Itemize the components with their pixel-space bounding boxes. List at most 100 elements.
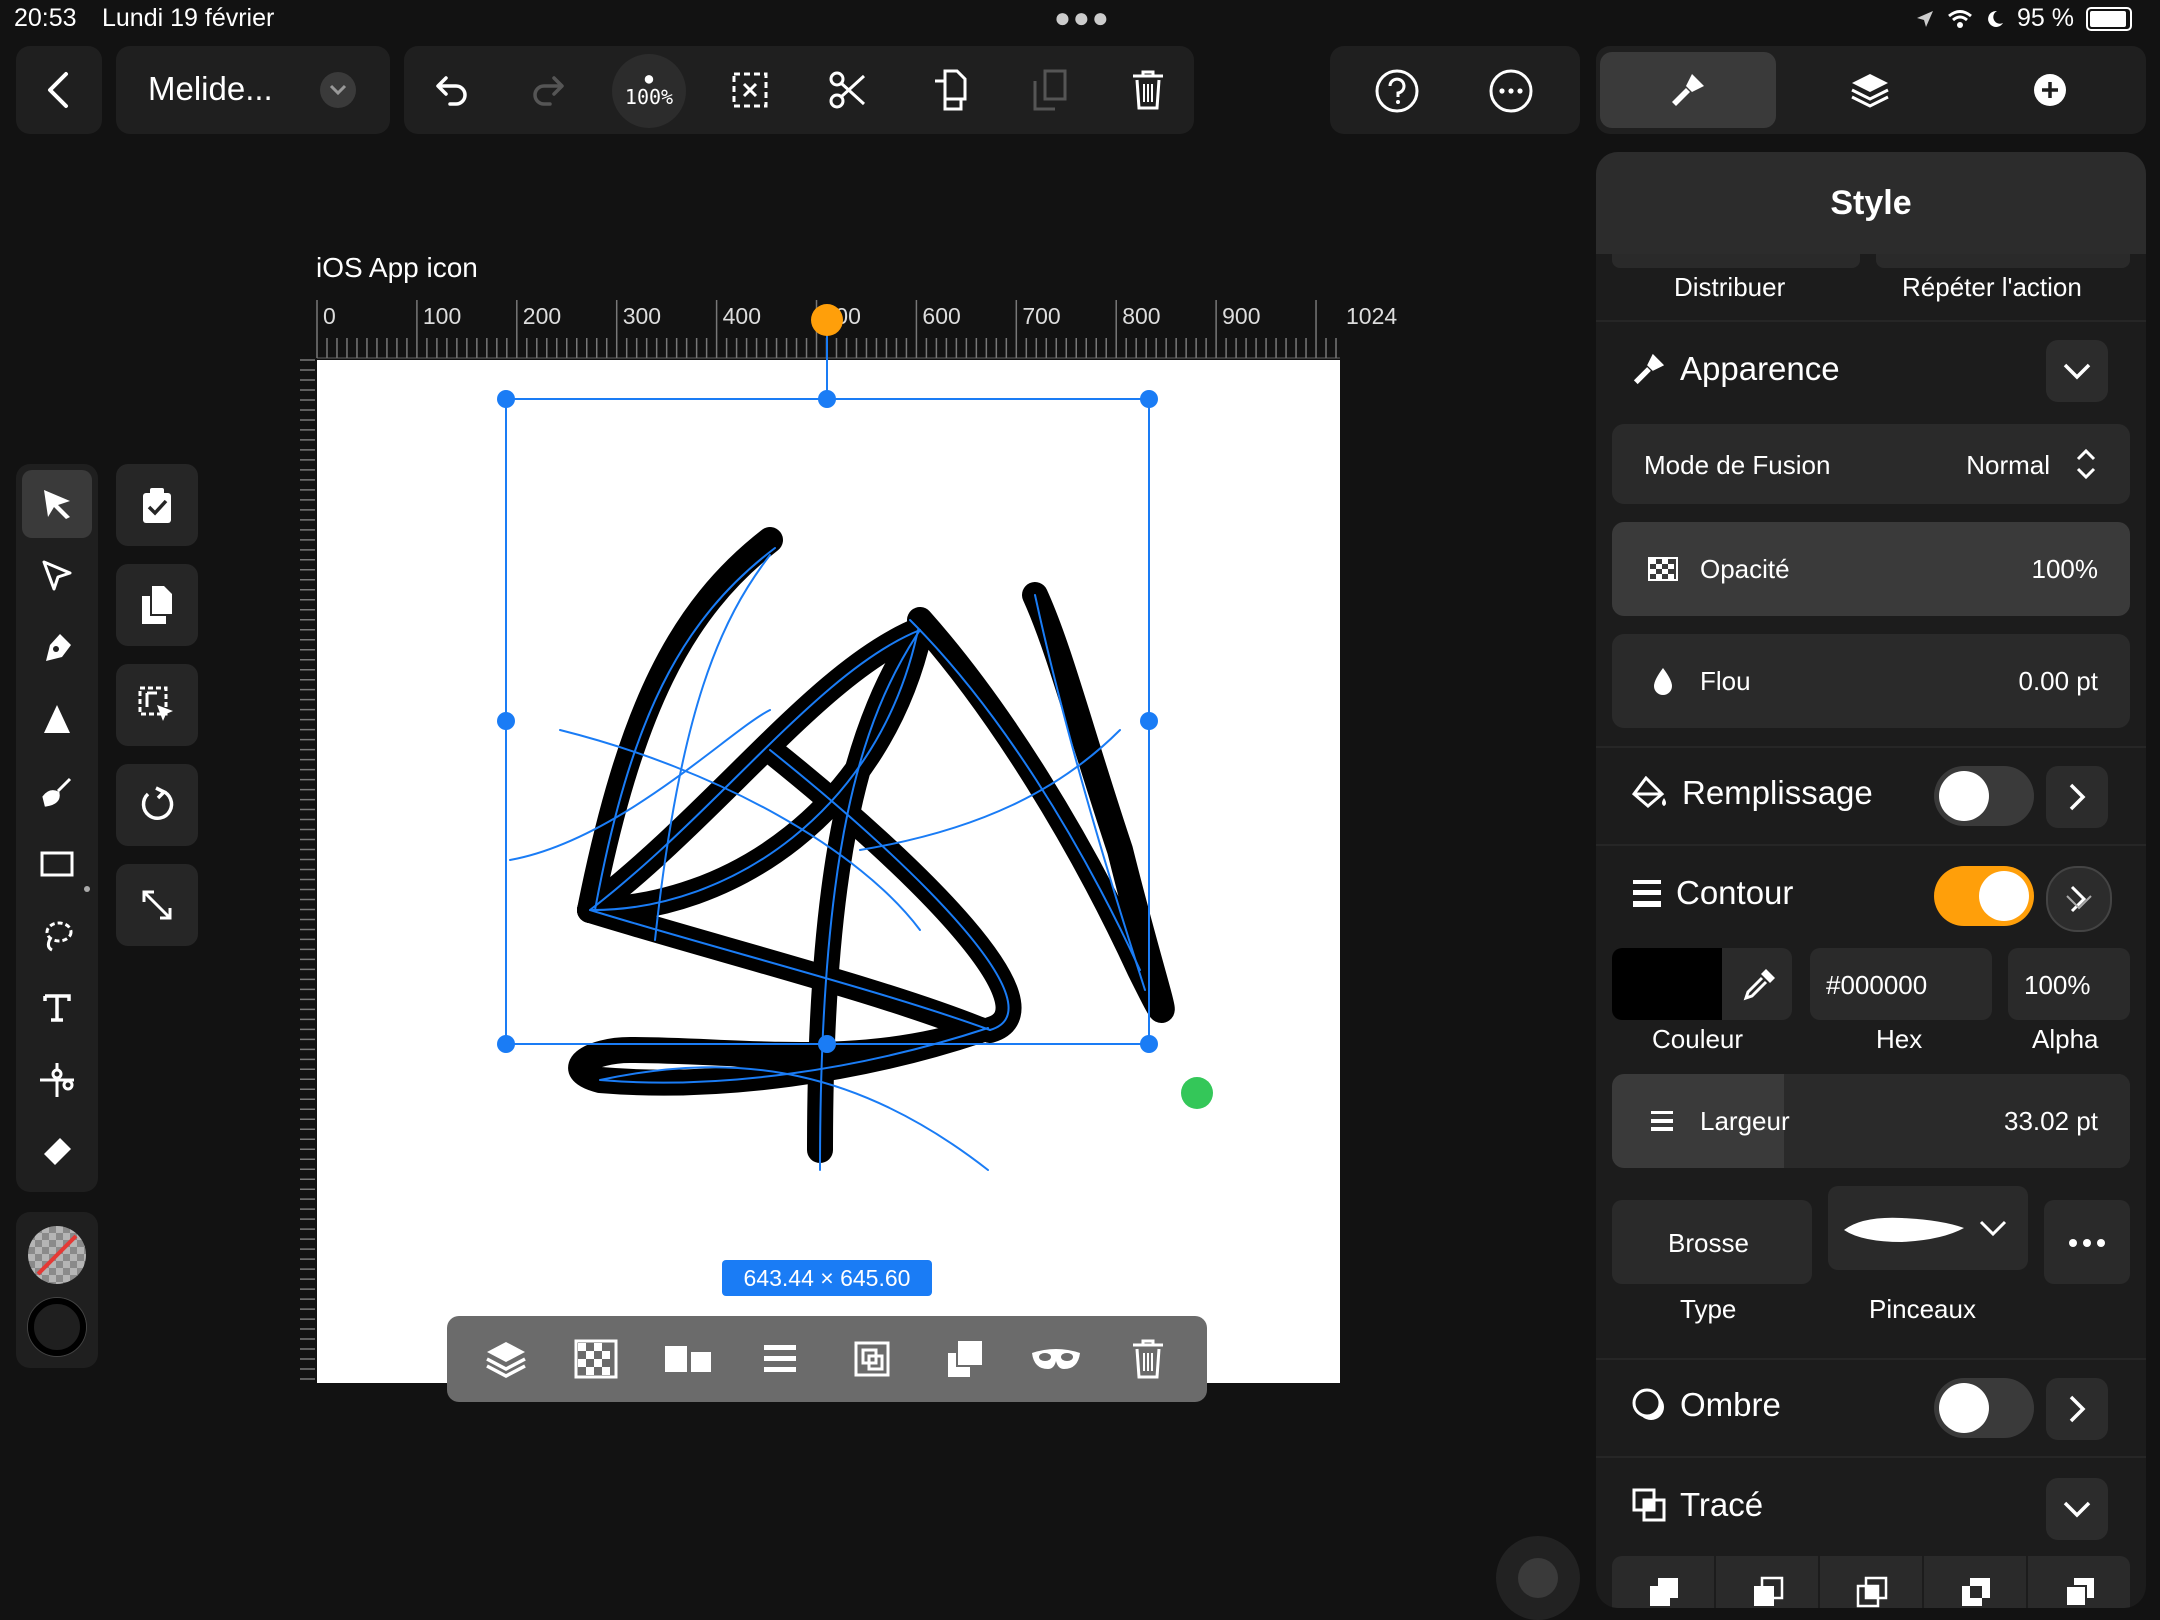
delete-context-button[interactable]: [1113, 1316, 1183, 1402]
stroke-width-slider[interactable]: Largeur 33.02 pt: [1612, 1074, 2130, 1168]
eraser-icon: [44, 1138, 71, 1165]
panel-title: Style: [1596, 152, 2146, 254]
more-button[interactable]: [1488, 68, 1534, 114]
stroke-width-button[interactable]: [745, 1316, 815, 1402]
quick-action-button[interactable]: [1496, 1536, 1580, 1620]
align-button[interactable]: [653, 1316, 723, 1402]
tab-style[interactable]: [1600, 52, 1776, 128]
stroke-color-swatch[interactable]: [1612, 948, 1722, 1020]
text-tool[interactable]: [22, 974, 92, 1042]
brush-picker[interactable]: [1828, 1186, 2028, 1270]
duplicate-context-button[interactable]: [929, 1316, 999, 1402]
artboard-name[interactable]: iOS App icon: [316, 252, 478, 284]
hex-field[interactable]: #000000: [1810, 948, 1992, 1020]
pen-tool[interactable]: [22, 614, 92, 682]
duplicate-button[interactable]: [116, 564, 198, 646]
chevron-down-icon: [2063, 363, 2091, 380]
distribute-buttons[interactable]: [1612, 254, 1860, 268]
blur-slider[interactable]: Flou 0.00 pt: [1612, 634, 2130, 728]
undo-button[interactable]: [420, 60, 480, 120]
zoom-indicator[interactable]: ● 100%: [612, 54, 686, 128]
tab-layers[interactable]: [1782, 52, 1958, 128]
fill-swatch[interactable]: [28, 1226, 86, 1284]
cut-button[interactable]: [818, 60, 878, 120]
status-date: Lundi 19 février: [102, 4, 275, 32]
more-icon: [1489, 69, 1533, 113]
chevron-right-icon: [2069, 1395, 2086, 1423]
brush-icon: [1633, 353, 1665, 385]
fill-toggle[interactable]: [1934, 766, 2034, 826]
brushes-label: Pinceaux: [1869, 1294, 1976, 1324]
appearance-title: Apparence: [1680, 350, 1840, 387]
opacity-slider[interactable]: Opacité 100%: [1612, 522, 2130, 616]
fill-expand-button[interactable]: [2046, 766, 2108, 828]
paste-button[interactable]: [1020, 60, 1080, 120]
eraser-tool[interactable]: [22, 1118, 92, 1186]
intersect-button[interactable]: [1820, 1556, 1924, 1608]
multitask-dots-icon[interactable]: ●●●: [1054, 2, 1111, 34]
deselect-button[interactable]: [720, 60, 780, 120]
rotate-button[interactable]: [116, 764, 198, 846]
appearance-header: Apparence: [1632, 350, 1840, 388]
resize-button[interactable]: [116, 864, 198, 946]
alpha-field[interactable]: 100%: [2008, 948, 2130, 1020]
blend-mode-label: Mode de Fusion: [1644, 450, 1831, 480]
help-button[interactable]: [1374, 68, 1420, 114]
ruler-top-label: 700: [1022, 303, 1060, 329]
exclude-button[interactable]: [1924, 1556, 2028, 1608]
brush-type-button[interactable]: Brosse: [1612, 1200, 1812, 1284]
stroke-color-well[interactable]: [1612, 948, 1792, 1020]
vector-brush-tool[interactable]: [22, 686, 92, 754]
back-button[interactable]: [16, 46, 102, 134]
stroke-expand-button[interactable]: [2046, 866, 2112, 932]
undo-icon: [436, 76, 467, 106]
redo-button[interactable]: [520, 60, 580, 120]
edit-toolbar: ● 100%: [404, 46, 1194, 134]
selection-tool[interactable]: [22, 470, 92, 538]
repeat-buttons[interactable]: [1876, 254, 2130, 268]
opacity-value: 100%: [2031, 554, 2099, 584]
divide-button[interactable]: [2028, 1556, 2130, 1608]
shadow-title: Ombre: [1680, 1386, 1781, 1423]
union-icon: [1650, 1578, 1678, 1606]
shape-tool[interactable]: [22, 830, 92, 898]
scissors-tool[interactable]: [22, 1046, 92, 1114]
brush-icon: [1672, 74, 1704, 106]
opacity-button[interactable]: [561, 1316, 631, 1402]
help-icon: [1375, 69, 1419, 113]
path-collapse-button[interactable]: [2046, 1478, 2108, 1540]
eyedropper-icon[interactable]: [1742, 966, 1778, 1002]
copy-button[interactable]: [920, 60, 980, 120]
add-icon: [2034, 74, 2066, 106]
stroke-toggle[interactable]: [1934, 866, 2034, 926]
hex-value: #000000: [1826, 970, 1928, 1000]
lasso-tool[interactable]: [22, 902, 92, 970]
tab-add[interactable]: [1962, 52, 2138, 128]
delete-button[interactable]: [1118, 60, 1178, 120]
shadow-expand-button[interactable]: [2046, 1378, 2108, 1440]
paint-brush-tool[interactable]: [22, 758, 92, 826]
subtract-button[interactable]: [1716, 1556, 1820, 1608]
shadow-toggle[interactable]: [1934, 1378, 2034, 1438]
alpha-value: 100%: [2024, 970, 2091, 1000]
chevron-down-icon[interactable]: [320, 72, 356, 108]
direct-selection-tool[interactable]: [22, 542, 92, 610]
stroke-swatch[interactable]: [28, 1298, 86, 1356]
document-name-button[interactable]: Melide...: [116, 46, 390, 134]
arrange-button[interactable]: [471, 1316, 541, 1402]
context-toolbar: [447, 1316, 1207, 1402]
group-button[interactable]: [837, 1316, 907, 1402]
pivot-handle[interactable]: [1181, 1077, 1213, 1109]
transform-select-button[interactable]: [116, 664, 198, 746]
appearance-collapse-button[interactable]: [2046, 340, 2108, 402]
mask-button[interactable]: [1021, 1316, 1091, 1402]
brush-more-button[interactable]: [2044, 1200, 2130, 1284]
document-name: Melide...: [148, 70, 273, 107]
battery-percent: 95 %: [2017, 4, 2074, 32]
rotate-handle[interactable]: [811, 304, 843, 336]
select-all-button[interactable]: [116, 464, 198, 546]
ruler-top-label: 200: [523, 303, 561, 329]
wifi-icon: [1948, 9, 1972, 28]
blend-mode-row[interactable]: Mode de Fusion Normal: [1612, 424, 2130, 504]
union-button[interactable]: [1612, 1556, 1716, 1608]
